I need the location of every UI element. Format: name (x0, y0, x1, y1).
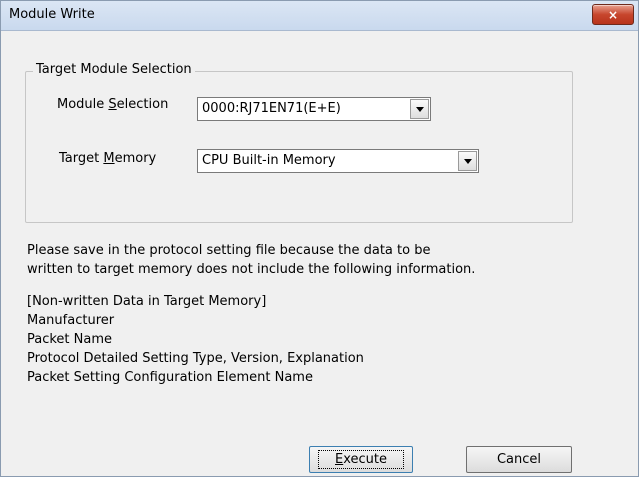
info-item: Packet Name (27, 332, 113, 347)
target-module-selection-group (25, 71, 573, 223)
target-memory-combobox[interactable]: CPU Built-in Memory (197, 149, 479, 173)
module-selection-value: 0000:RJ71EN71(E+E) (202, 101, 341, 116)
close-button[interactable]: × (592, 4, 634, 25)
info-item: Packet Setting Configuration Element Nam… (27, 370, 313, 385)
message-line-2: written to target memory does not includ… (27, 262, 476, 277)
module-selection-dropdown-button[interactable] (410, 99, 429, 119)
target-memory-label: Target Memory (59, 151, 157, 166)
module-selection-combobox[interactable]: 0000:RJ71EN71(E+E) (197, 97, 431, 121)
target-memory-value: CPU Built-in Memory (202, 153, 336, 168)
window-title: Module Write (9, 7, 95, 22)
info-item: Manufacturer (27, 313, 115, 328)
cancel-button[interactable]: Cancel (466, 446, 572, 473)
execute-button[interactable]: Execute (309, 446, 413, 473)
info-item-header: [Non-written Data in Target Memory] (27, 294, 267, 309)
info-item: Protocol Detailed Setting Type, Version,… (27, 351, 364, 366)
target-memory-dropdown-button[interactable] (458, 151, 477, 171)
chevron-down-icon (415, 106, 424, 112)
module-write-dialog: Module Write × Target Module Selection M… (0, 0, 639, 477)
message-line-1: Please save in the protocol setting file… (27, 243, 431, 258)
group-legend: Target Module Selection (33, 62, 195, 77)
title-bar: Module Write × (1, 1, 638, 31)
close-icon: × (607, 7, 619, 22)
module-selection-label: Module Selection (57, 97, 169, 112)
chevron-down-icon (463, 158, 472, 164)
